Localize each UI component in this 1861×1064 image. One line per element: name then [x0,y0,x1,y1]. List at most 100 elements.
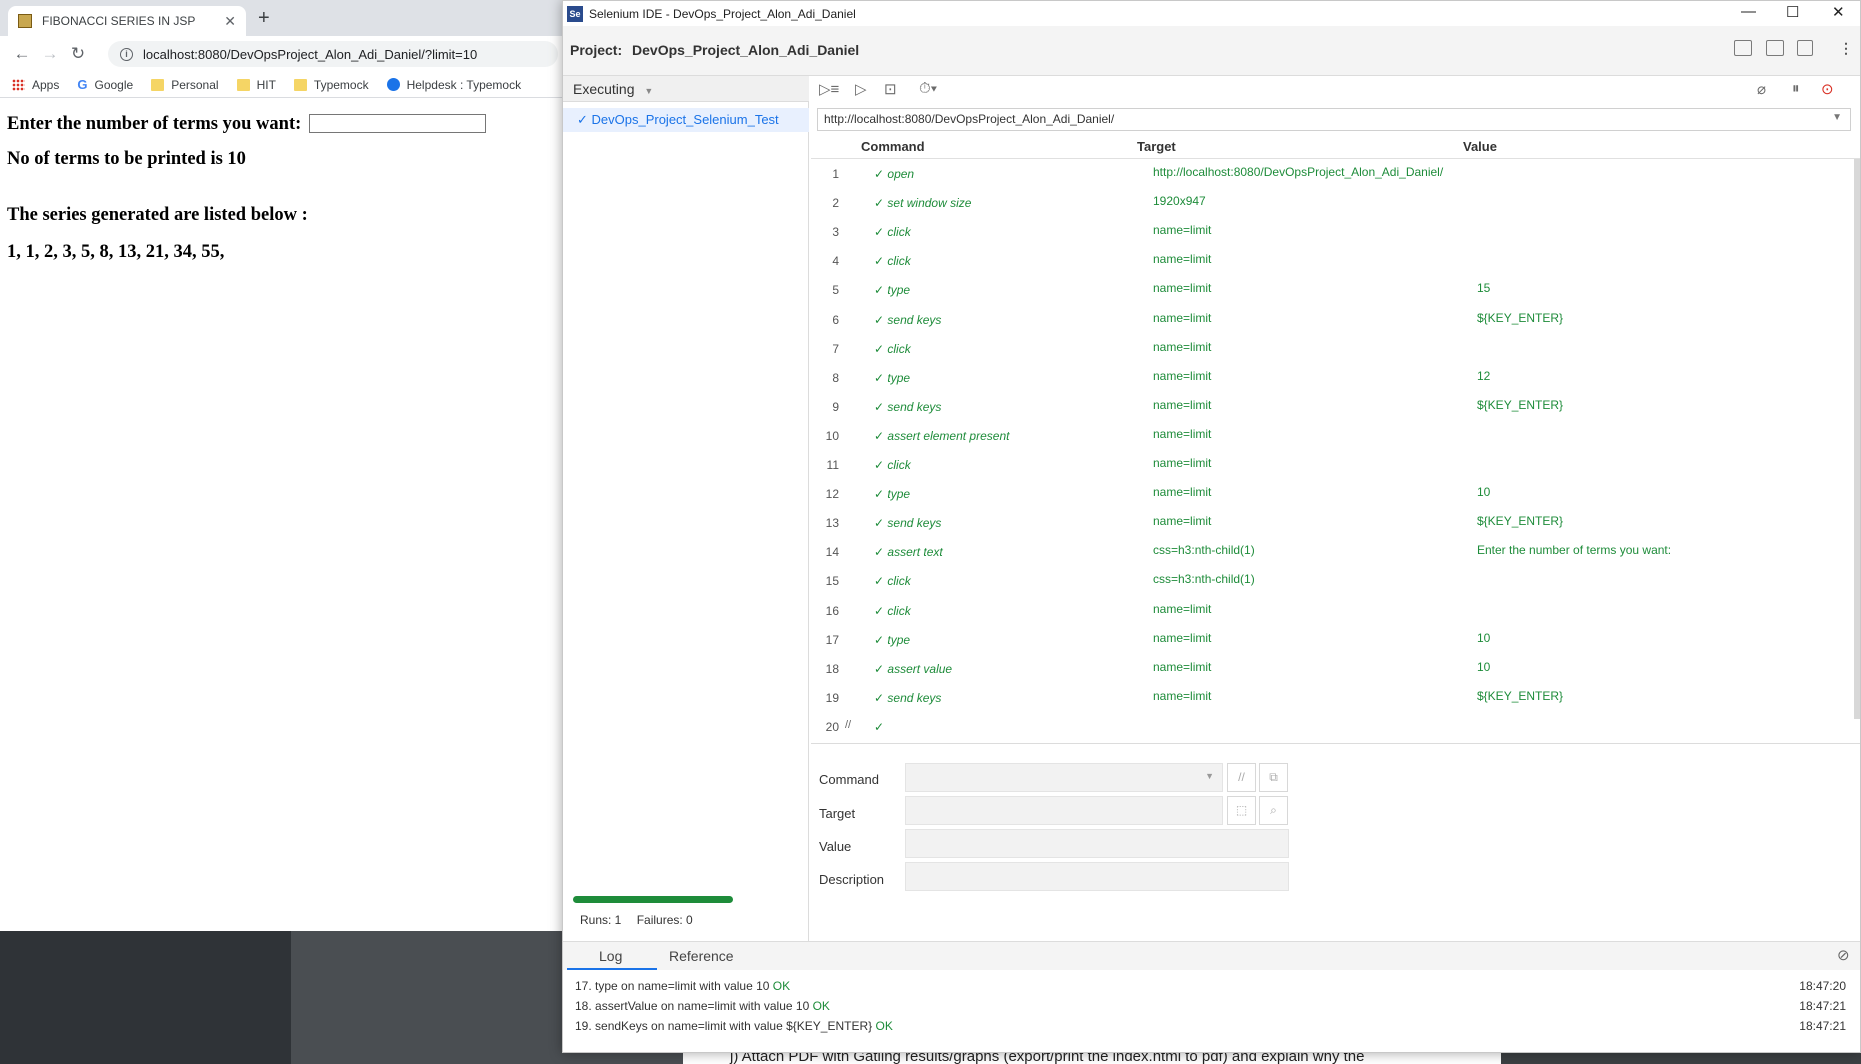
check-icon: ✓ [874,487,888,502]
minimize-icon[interactable]: — [1741,3,1756,20]
row-value: 10 [1477,659,1491,674]
limit-input[interactable] [309,114,486,133]
row-command: ✓ send keys [874,312,942,327]
table-row[interactable]: 6 ✓ send keys name=limit ${KEY_ENTER} [811,305,1851,334]
browser-tab[interactable]: FIBONACCI SERIES IN JSP ✕ [8,6,246,36]
forward-icon[interactable]: → [36,44,64,64]
row-number: 17 [825,632,839,647]
table-row[interactable]: 7 ✓ click name=limit [811,334,1851,363]
bookmark-google[interactable]: G Google [77,77,133,92]
table-row[interactable]: 15 ✓ click css=h3:nth-child(1) [811,566,1851,595]
table-row[interactable]: 19 ✓ send keys name=limit ${KEY_ENTER} [811,683,1851,712]
pause-icon[interactable]: ⏸ [1792,80,1800,97]
test-editor-panel: ▷≡ ▷ ⊡ ⏱▾ ⌀ ⏸ ⊙ http://localhost:8080/De… [811,76,1860,941]
check-icon: ✓ [874,574,888,589]
bookmark-apps[interactable]: Apps [12,78,59,92]
table-row[interactable]: 18 ✓ assert value name=limit 10 [811,654,1851,683]
test-item[interactable]: ✓ DevOps_Project_Selenium_Test [563,108,809,132]
disable-breakpoints-icon[interactable]: ⌀ [1757,80,1766,98]
row-number: 3 [832,225,839,240]
chrome-window: FIBONACCI SERIES IN JSP ✕ + ← → ↻ i loca… [0,0,562,931]
base-url-input[interactable]: http://localhost:8080/DevOpsProject_Alon… [817,108,1851,131]
new-tab-icon[interactable]: + [258,7,270,30]
row-command: ✓ [874,720,884,734]
table-row[interactable]: 10 ✓ assert element present name=limit [811,421,1851,450]
tab-favicon-icon [18,14,32,28]
table-scrollbar[interactable] [1854,159,1860,719]
row-target: name=limit [1153,339,1212,354]
table-row[interactable]: 4 ✓ click name=limit [811,246,1851,275]
row-target: css=h3:nth-child(1) [1153,543,1255,558]
bookmark-hit[interactable]: HIT [236,78,276,92]
value-column-header: Value [1463,139,1497,154]
run-current-test-icon[interactable]: ▷ [855,80,867,98]
bookmarks-bar: Apps G Google Personal HIT Typemock Helpd… [0,72,562,98]
address-bar[interactable]: i localhost:8080/DevOpsProject_Alon_Adi_… [108,41,558,67]
description-input[interactable] [905,862,1289,891]
clear-log-icon[interactable]: ⊘ [1837,946,1850,964]
table-row[interactable]: 20 // ✓ [811,712,1851,741]
run-all-tests-icon[interactable]: ▷≡ [819,80,839,98]
status-ok: OK [772,979,791,993]
row-number: 20 [825,719,839,734]
open-project-icon[interactable] [1766,40,1784,56]
table-row[interactable]: 3 ✓ click name=limit [811,217,1851,246]
record-icon[interactable]: ⊙ [1821,80,1834,98]
open-reference-icon[interactable]: ⧉ [1259,763,1288,792]
more-options-icon[interactable]: ⋮ [1839,40,1853,57]
row-command: ✓ assert text [874,545,943,560]
tab-log[interactable]: Log [599,948,622,964]
table-row[interactable]: 16 ✓ click name=limit [811,596,1851,625]
select-target-icon[interactable]: ⬚ [1227,796,1256,825]
row-command: ✓ assert value [874,661,953,676]
table-row[interactable]: 12 ✓ type name=limit 10 [811,479,1851,508]
ide-title-bar: Se Selenium IDE - DevOps_Project_Alon_Ad… [563,1,1860,26]
commands-table-body: 1 ✓ open http://localhost:8080/DevOpsProje… [811,159,1860,831]
table-row[interactable]: 11 ✓ click name=limit [811,450,1851,479]
find-target-icon[interactable]: ⌕ [1259,796,1288,825]
command-input[interactable]: ▼ [905,763,1223,792]
folder-icon [236,78,250,91]
check-icon: ✓ [577,112,592,127]
bookmark-personal[interactable]: Personal [151,78,219,92]
speed-icon[interactable]: ⏱▾ [919,80,937,97]
project-name[interactable]: DevOps_Project_Alon_Adi_Daniel [632,42,859,58]
row-value: ${KEY_ENTER} [1477,688,1564,703]
target-input[interactable] [905,796,1223,825]
row-command: ✓ assert element present [874,428,1010,443]
table-row[interactable]: 13 ✓ send keys name=limit ${KEY_ENTER} [811,508,1851,537]
new-project-icon[interactable] [1734,40,1752,56]
comment-toggle-icon[interactable]: // [1227,763,1256,792]
info-icon[interactable]: i [120,47,133,61]
close-tab-icon[interactable]: ✕ [224,13,236,30]
executing-dropdown[interactable]: Executing ▼ [563,76,809,102]
row-target: http://localhost:8080/DevOpsProject_Alon… [1153,165,1444,179]
back-icon[interactable]: ← [8,44,36,64]
save-project-icon[interactable] [1797,40,1813,56]
row-number: 6 [832,312,839,327]
bookmark-typemock[interactable]: Typemock [293,78,369,92]
close-window-icon[interactable]: ✕ [1832,3,1845,21]
table-row[interactable]: 1 ✓ open http://localhost:8080/DevOpsProje… [811,159,1851,188]
table-row[interactable]: 17 ✓ type name=limit 10 [811,625,1851,654]
table-row[interactable]: 9 ✓ send keys name=limit ${KEY_ENTER} [811,392,1851,421]
project-bar: Project: DevOps_Project_Alon_Adi_Daniel … [563,26,1860,76]
value-input[interactable] [905,829,1289,858]
maximize-icon[interactable]: ☐ [1786,3,1799,21]
chevron-down-icon[interactable]: ▼ [1832,112,1842,123]
table-row[interactable]: 8 ✓ type name=limit 12 [811,363,1851,392]
reload-icon[interactable]: ↻ [64,44,92,64]
step-over-icon[interactable]: ⊡ [884,80,897,98]
address-bar-url: localhost:8080/DevOpsProject_Alon_Adi_Da… [143,46,478,62]
tab-reference[interactable]: Reference [669,948,734,964]
row-number: 9 [832,399,839,414]
row-target: 1920x947 [1153,194,1206,209]
table-row[interactable]: 14 ✓ assert text css=h3:nth-child(1) Enter … [811,537,1851,566]
check-icon: ✓ [874,370,888,385]
table-row[interactable]: 5 ✓ type name=limit 15 [811,275,1851,304]
row-command: ✓ set window size [874,196,972,211]
run-stats: Runs: 1 Failures: 0 [580,913,693,927]
table-row[interactable]: 2 ✓ set window size 1920x947 [811,188,1851,217]
row-number: 10 [825,428,839,443]
bookmark-helpdesk[interactable]: Helpdesk : Typemock [386,78,521,92]
